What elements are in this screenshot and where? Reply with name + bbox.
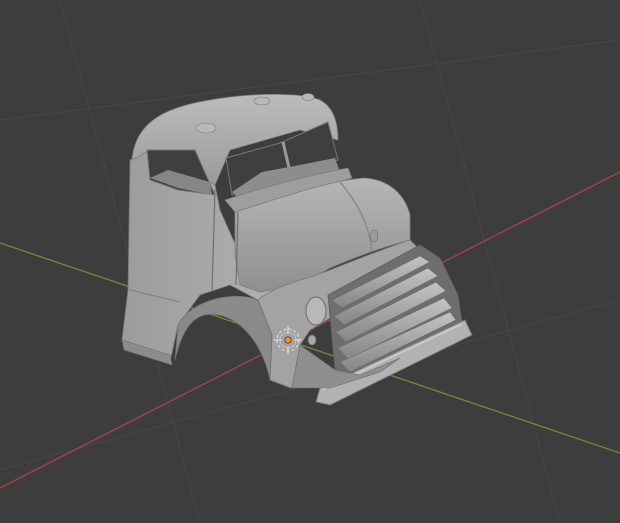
parking-light (307, 334, 317, 346)
headlight (305, 296, 327, 326)
3d-viewport[interactable] (0, 0, 620, 523)
roof-marker-light (195, 122, 217, 134)
roof-marker-light (301, 93, 315, 101)
roof-marker-light (253, 96, 271, 106)
hood-ornament (369, 229, 379, 243)
truck-cab-model[interactable] (121, 93, 473, 406)
